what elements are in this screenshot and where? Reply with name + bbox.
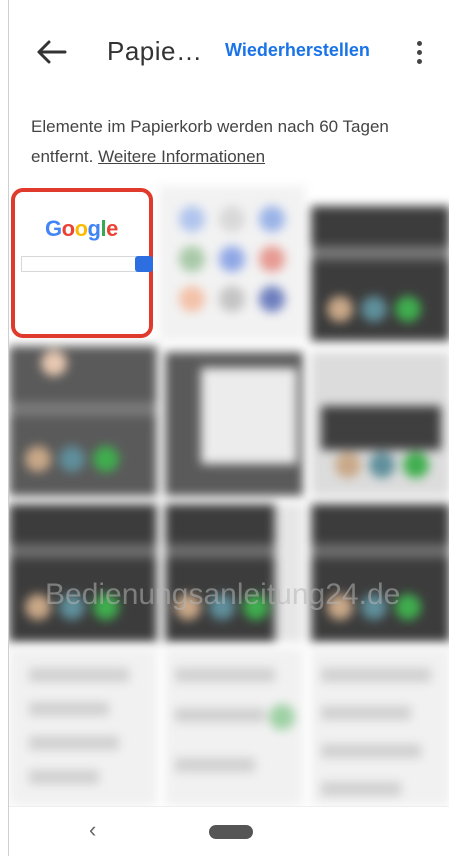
trash-photo-grid: Google Bedienungsanleitung24.de xyxy=(9,186,449,806)
home-pill-button[interactable] xyxy=(209,825,253,839)
photo-tile[interactable] xyxy=(9,504,157,642)
selected-photo-tile[interactable]: Google xyxy=(11,188,153,338)
photo-tile[interactable] xyxy=(311,648,449,806)
photo-tile[interactable] xyxy=(9,346,157,496)
back-arrow-icon[interactable] xyxy=(31,36,71,68)
more-info-link[interactable]: Weitere Informationen xyxy=(98,147,265,166)
photo-tile[interactable] xyxy=(9,648,157,806)
photo-tile[interactable] xyxy=(311,352,449,496)
photo-tile[interactable] xyxy=(311,504,449,642)
top-app-bar: Papie… Wiederherstellen xyxy=(9,0,449,100)
page-title: Papie… xyxy=(107,36,203,66)
trash-info-text: Elemente im Papierkorb werden nach 60 Ta… xyxy=(31,112,441,172)
nav-back-icon[interactable]: ‹ xyxy=(89,817,96,843)
photo-tile[interactable] xyxy=(159,186,305,341)
system-navigation-bar: ‹ xyxy=(9,806,449,856)
more-options-icon[interactable] xyxy=(407,38,431,72)
photo-tile[interactable] xyxy=(311,206,449,341)
photo-tile[interactable] xyxy=(165,352,303,496)
trash-screen: Papie… Wiederherstellen Elemente im Papi… xyxy=(8,0,449,856)
watermark: Bedienungsanleitung24.de xyxy=(45,578,401,611)
photo-tile[interactable] xyxy=(165,648,303,806)
restore-button[interactable]: Wiederherstellen xyxy=(225,40,370,61)
search-box xyxy=(21,256,138,272)
photo-tile[interactable] xyxy=(165,504,303,642)
search-icon xyxy=(135,256,153,272)
google-logo: Google xyxy=(45,216,118,241)
